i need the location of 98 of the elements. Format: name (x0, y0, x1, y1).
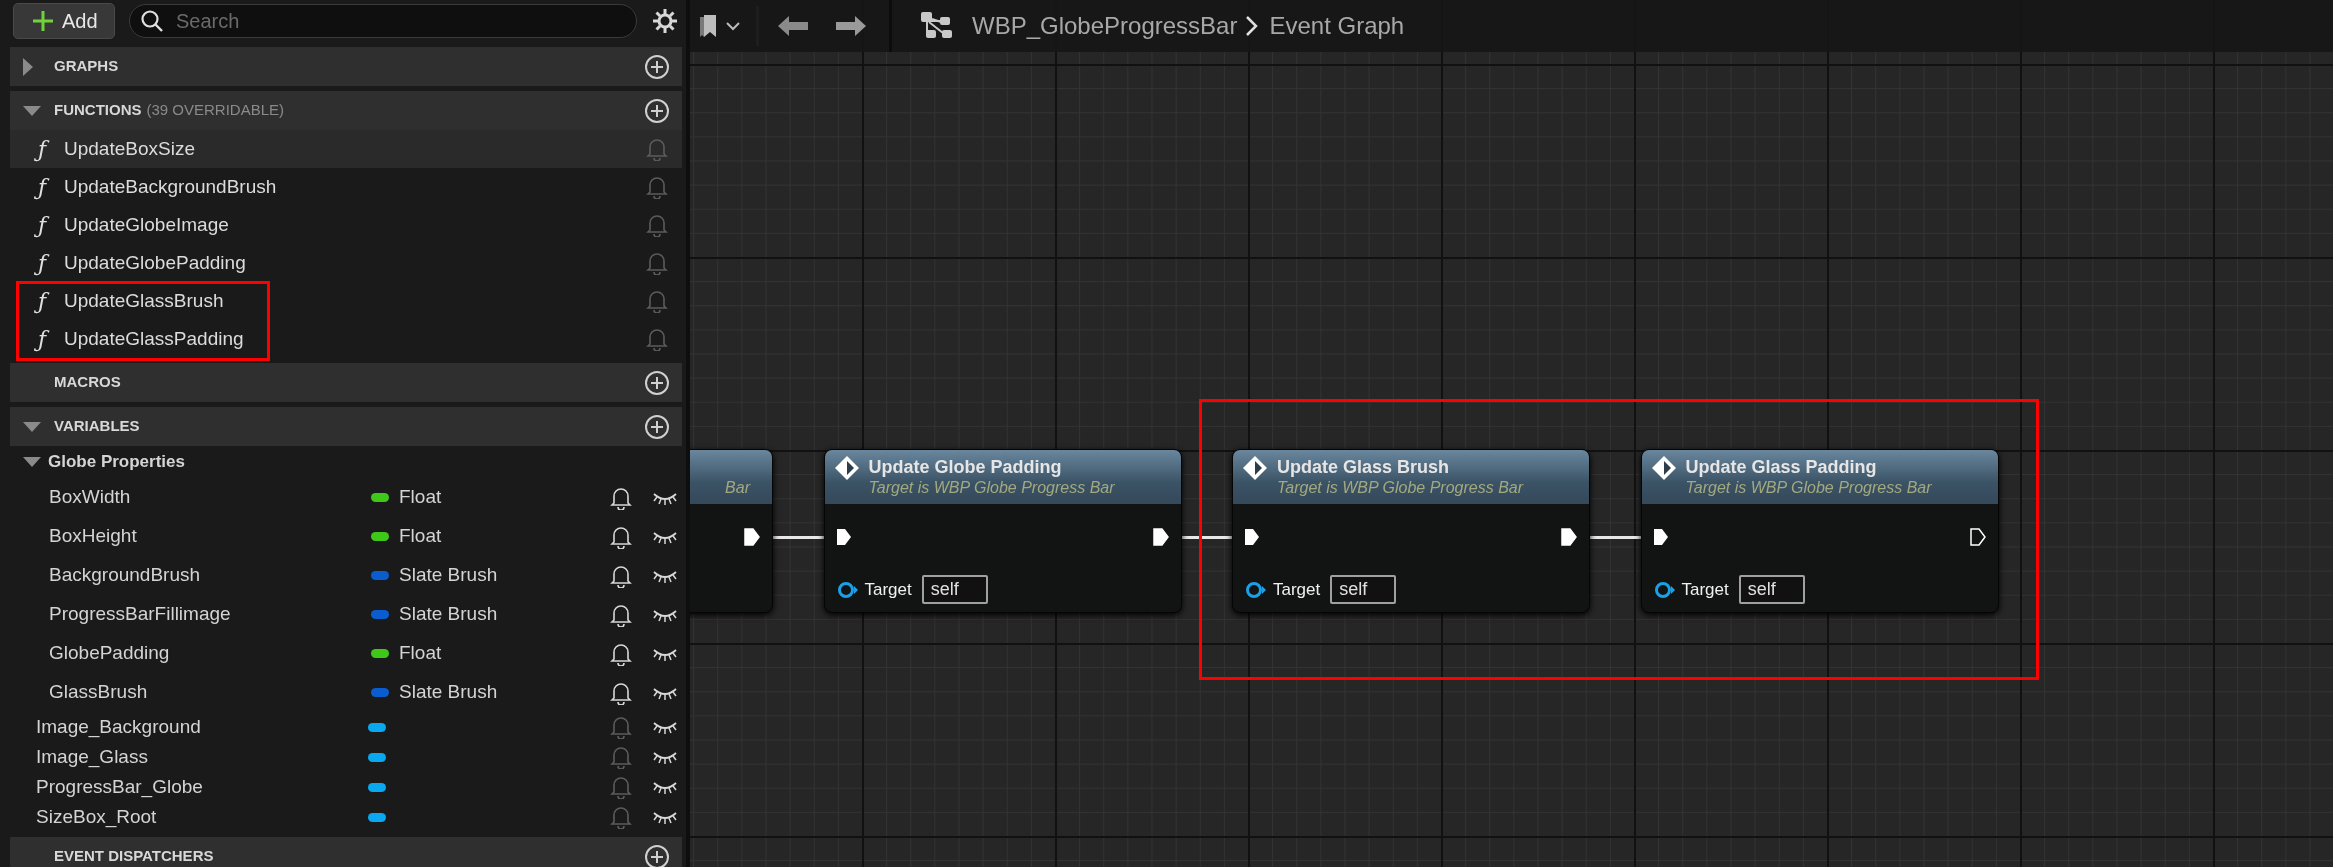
variable-type: Slate Brush (398, 563, 499, 588)
function-name: UpdateGlassPadding (64, 326, 244, 351)
variable-name[interactable]: BackgroundBrush (10, 561, 371, 590)
eye-icon[interactable] (652, 779, 678, 795)
bell-icon[interactable] (610, 602, 632, 627)
variable-name[interactable]: BoxWidth (10, 483, 371, 512)
search-icon (140, 9, 164, 33)
variable-name[interactable]: Image_Glass (10, 742, 368, 772)
section-title: EVENT DISPATCHERS (54, 846, 214, 867)
pin-label: Target (1273, 578, 1321, 601)
chevron-right-icon (1245, 15, 1260, 37)
node-title: Update Glass Brush (1277, 456, 1451, 478)
function-item[interactable]: ƒ UpdateGlassPadding (10, 320, 682, 358)
chevron-icon[interactable] (726, 21, 740, 31)
self-field[interactable]: self (921, 575, 988, 604)
bell-icon[interactable] (610, 485, 632, 510)
variable-name[interactable]: ProgressBar_Globe (10, 772, 368, 802)
section-header[interactable]: GRAPHS (10, 47, 682, 86)
function-name: UpdateGlobePadding (64, 250, 246, 275)
settings-icon[interactable] (651, 7, 679, 35)
search-field[interactable]: Search (129, 4, 637, 38)
add-icon[interactable] (644, 369, 670, 396)
section-header[interactable]: EVENT DISPATCHERS (10, 837, 682, 867)
variable-name[interactable]: GlassBrush (10, 678, 371, 707)
variable-type: Slate Brush (398, 680, 499, 705)
exec-pin-icon[interactable] (835, 527, 852, 547)
self-field[interactable]: self (1330, 575, 1397, 604)
bookmark-icon[interactable] (698, 13, 718, 39)
function-name: UpdateBoxSize (64, 136, 195, 161)
section-title: GRAPHS (54, 56, 119, 77)
section-header[interactable]: MACROS (10, 363, 682, 402)
variable-type: Float (398, 641, 443, 666)
section-header[interactable]: FUNCTIONS (39 OVERRIDABLE) (10, 91, 682, 130)
exec-pin-icon[interactable] (1244, 527, 1260, 547)
forward-arrow-icon[interactable] (835, 15, 867, 37)
section-header[interactable]: VARIABLES (10, 407, 682, 446)
pin-label: Target (1681, 578, 1729, 601)
graph-node[interactable]: Update Globe Padding Target is WBP Globe Progress Bar Target self (823, 449, 1182, 613)
graph-node[interactable]: Update Glass Padding Target is WBP Globe Progress Bar Target self (1640, 449, 1999, 613)
function-node-icon (1650, 455, 1677, 481)
bell-icon[interactable] (610, 563, 632, 588)
node-title: Update Globe Padding (868, 456, 1063, 478)
breadcrumb-item[interactable]: Event Graph (1269, 8, 1405, 44)
self-field[interactable]: self (1738, 575, 1805, 604)
add-icon[interactable] (644, 413, 670, 440)
function-item[interactable]: ƒ UpdateGlobeImage (10, 206, 682, 244)
exec-pin-icon[interactable] (744, 527, 760, 547)
variable-name[interactable]: ProgressBarFillimage (10, 600, 371, 629)
bell-icon[interactable] (610, 524, 632, 549)
variable-name[interactable]: BoxHeight (10, 522, 371, 551)
node-subtitle: Target is WBP Globe Progress Bar (1685, 478, 1933, 498)
exec-pin-icon[interactable] (1652, 527, 1669, 547)
function-item[interactable]: ƒ UpdateBackgroundBrush (10, 168, 682, 206)
variable-type: Float (398, 485, 443, 510)
target-pin-icon[interactable] (836, 580, 859, 599)
node-subtitle: Target is WBP Globe Progress Bar (868, 478, 1116, 498)
bell-icon[interactable] (610, 680, 632, 705)
back-arrow-icon[interactable] (777, 15, 809, 37)
node-title: Update Glass Padding (1685, 456, 1878, 478)
section-title: VARIABLES (54, 416, 140, 437)
eye-icon[interactable] (652, 809, 678, 825)
function-name: UpdateGlobeImage (64, 212, 229, 237)
section-title: FUNCTIONS (54, 100, 142, 121)
node-subtitle: Bar (725, 478, 750, 498)
section-title: MACROS (54, 372, 121, 393)
function-name: UpdateGlassBrush (64, 288, 224, 313)
bell-icon[interactable] (610, 641, 632, 666)
category-header[interactable]: Globe Properties (10, 446, 682, 478)
target-pin-icon[interactable] (1653, 580, 1676, 599)
pin-label: Target (864, 578, 912, 601)
add-icon[interactable] (644, 53, 670, 80)
section-note: (39 OVERRIDABLE) (146, 100, 285, 121)
exec-pin-icon[interactable] (1969, 527, 1986, 547)
add-icon[interactable] (644, 97, 670, 124)
add-icon[interactable] (644, 843, 670, 867)
variable-name[interactable]: GlobePadding (10, 639, 371, 668)
plus-icon (32, 10, 54, 32)
variable-name[interactable]: Image_Background (10, 712, 368, 742)
graph-icon (920, 11, 954, 41)
target-pin-icon[interactable] (1245, 580, 1267, 599)
variable-name[interactable]: SizeBox_Root (10, 802, 368, 832)
eye-icon[interactable] (652, 719, 678, 735)
category-title: Globe Properties (48, 451, 185, 474)
function-name: UpdateBackgroundBrush (64, 174, 277, 199)
function-item[interactable]: ƒ UpdateGlobePadding (10, 244, 682, 282)
node-subtitle: Target is WBP Globe Progress Bar (1277, 478, 1525, 498)
add-button[interactable]: Add (13, 3, 115, 39)
function-node-icon (833, 455, 860, 481)
eye-icon[interactable] (652, 749, 678, 765)
variable-type: Float (398, 524, 443, 549)
function-item[interactable]: ƒ UpdateGlassBrush (10, 282, 682, 320)
breadcrumb-item[interactable]: WBP_GlobeProgressBar (972, 8, 1238, 44)
graph-node[interactable]: Update Glass Brush Target is WBP Globe Progress Bar Target self (1232, 449, 1590, 613)
function-item[interactable]: ƒ UpdateBoxSize (10, 130, 682, 168)
exec-pin-icon[interactable] (1152, 527, 1169, 547)
variable-type: Slate Brush (398, 602, 499, 627)
exec-pin-icon[interactable] (1561, 527, 1577, 547)
function-node-icon (1242, 455, 1268, 481)
